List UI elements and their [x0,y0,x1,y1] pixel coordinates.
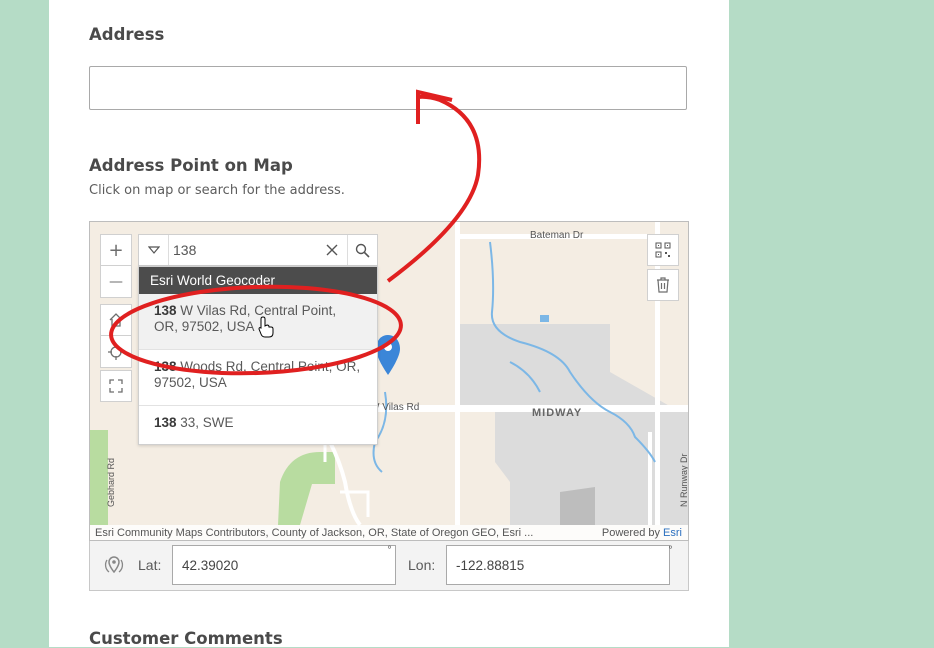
home-icon [109,313,123,327]
zoom-in-button[interactable]: + [100,234,132,266]
home-button[interactable] [100,304,132,336]
map-search [138,234,378,266]
fullscreen-button[interactable] [100,370,132,402]
dropdown-icon [147,246,160,254]
locate-icon [108,343,124,360]
suggestions-header: Esri World Geocoder [139,267,377,294]
zoom-out-icon: — [109,273,123,290]
lon-input[interactable] [446,545,670,585]
search-icon [355,243,370,258]
qr-code-button[interactable] [647,234,679,266]
geolocate-icon[interactable] [103,554,125,576]
clear-search-button[interactable] [317,235,347,265]
street-label-runway: N Runway Dr [679,453,689,507]
street-label-gebhard: Gebhard Rd [106,458,116,507]
street-label-midway: MIDWAY [532,407,582,419]
clear-icon [326,244,338,256]
zoom-in-icon: + [108,239,124,261]
suggestion-item[interactable]: 138 33, SWE [139,406,377,444]
suggestion-item[interactable]: 138 Woods Rd, Central Point, OR, 97502, … [139,350,377,406]
trash-icon [657,277,669,293]
address-label: Address [89,25,165,44]
address-input[interactable] [89,66,687,110]
search-source-dropdown[interactable] [139,235,169,265]
delete-button[interactable] [647,269,679,301]
search-suggestions: Esri World Geocoder 138 W Vilas Rd, Cent… [138,266,378,445]
lat-degree: ° [387,545,392,556]
map-attribution: Esri Community Maps Contributors, County… [90,525,688,540]
locate-button[interactable] [100,336,132,368]
lat-label: Lat: [138,557,162,573]
lat-input[interactable] [172,545,396,585]
coordinate-bar: Lat: ° Lon: ° [89,541,689,591]
form-panel: Address Address Point on Map Click on ma… [49,0,729,648]
cursor-hand-icon [258,316,274,338]
map-label: Address Point on Map [89,156,293,175]
zoom-out-button[interactable]: — [100,266,132,298]
lon-degree: ° [668,545,673,556]
lon-label: Lon: [408,557,436,573]
esri-link[interactable]: Esri [663,527,682,539]
powered-by: Powered by Esri [601,527,682,539]
fullscreen-icon [109,379,123,393]
map-view[interactable]: Bateman Dr W Vilas Rd MIDWAY Gebhard Rd … [89,221,689,541]
comments-label: Customer Comments [89,629,283,648]
map-hint: Click on map or search for the address. [89,183,345,198]
map-search-input[interactable] [173,239,313,261]
attribution-text: Esri Community Maps Contributors, County… [95,527,534,539]
street-label-bateman: Bateman Dr [530,230,584,241]
search-button[interactable] [347,235,377,265]
qr-code-icon [655,242,671,258]
